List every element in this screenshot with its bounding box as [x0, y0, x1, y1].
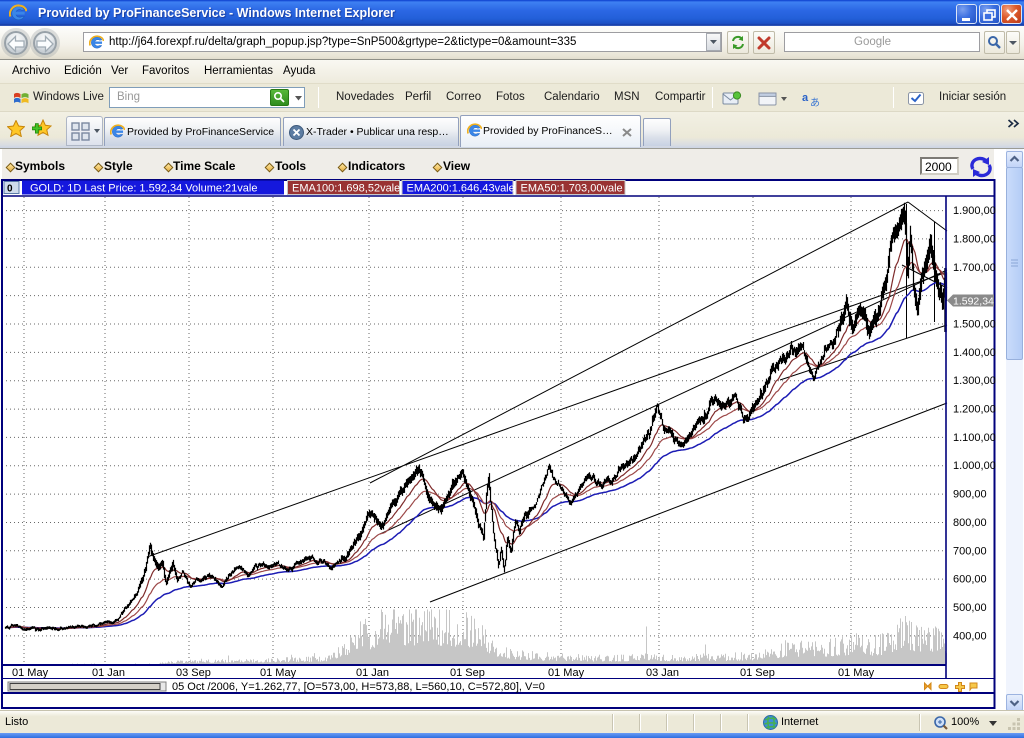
- svg-text:600,00: 600,00: [953, 574, 987, 586]
- svg-text:400,00: 400,00: [953, 630, 987, 642]
- svg-text:1.592,34: 1.592,34: [953, 296, 994, 308]
- svg-text:800,00: 800,00: [953, 517, 987, 529]
- svg-text:01 Jan: 01 Jan: [92, 667, 125, 679]
- svg-text:01 May: 01 May: [12, 667, 49, 679]
- svg-text:03 Jan: 03 Jan: [646, 667, 679, 679]
- svg-text:1.200,00: 1.200,00: [953, 404, 996, 416]
- svg-text:GOLD: 1D Last Price: 1.592,34: GOLD: 1D Last Price: 1.592,34 Volume:21v…: [30, 183, 257, 195]
- svg-text:700,00: 700,00: [953, 545, 987, 557]
- svg-text:EMA200:1.646,43vale: EMA200:1.646,43vale: [407, 183, 515, 195]
- svg-text:01 May: 01 May: [838, 667, 875, 679]
- svg-text:900,00: 900,00: [953, 489, 987, 501]
- svg-text:EMA100:1.698,52vale: EMA100:1.698,52vale: [292, 183, 400, 195]
- svg-text:1.800,00: 1.800,00: [953, 233, 996, 245]
- svg-text:1.900,00: 1.900,00: [953, 205, 996, 217]
- svg-text:1.300,00: 1.300,00: [953, 375, 996, 387]
- svg-text:03 Sep: 03 Sep: [176, 667, 211, 679]
- svg-text:1.500,00: 1.500,00: [953, 319, 996, 331]
- svg-text:01 Sep: 01 Sep: [450, 667, 485, 679]
- svg-text:01 Jan: 01 Jan: [356, 667, 389, 679]
- svg-text:0: 0: [7, 184, 13, 195]
- svg-text:01 May: 01 May: [548, 667, 585, 679]
- svg-text:1.700,00: 1.700,00: [953, 262, 996, 274]
- svg-text:1.400,00: 1.400,00: [953, 347, 996, 359]
- svg-text:EMA50:1.703,00vale: EMA50:1.703,00vale: [521, 183, 623, 195]
- svg-text:01 Sep: 01 Sep: [740, 667, 775, 679]
- svg-text:500,00: 500,00: [953, 602, 987, 614]
- svg-text:1.000,00: 1.000,00: [953, 460, 996, 472]
- svg-text:01 May: 01 May: [260, 667, 297, 679]
- svg-text:1.100,00: 1.100,00: [953, 432, 996, 444]
- svg-text:05 Oct /2006, Y=1.262,77, [O=5: 05 Oct /2006, Y=1.262,77, [O=573,00, H=5…: [172, 681, 545, 693]
